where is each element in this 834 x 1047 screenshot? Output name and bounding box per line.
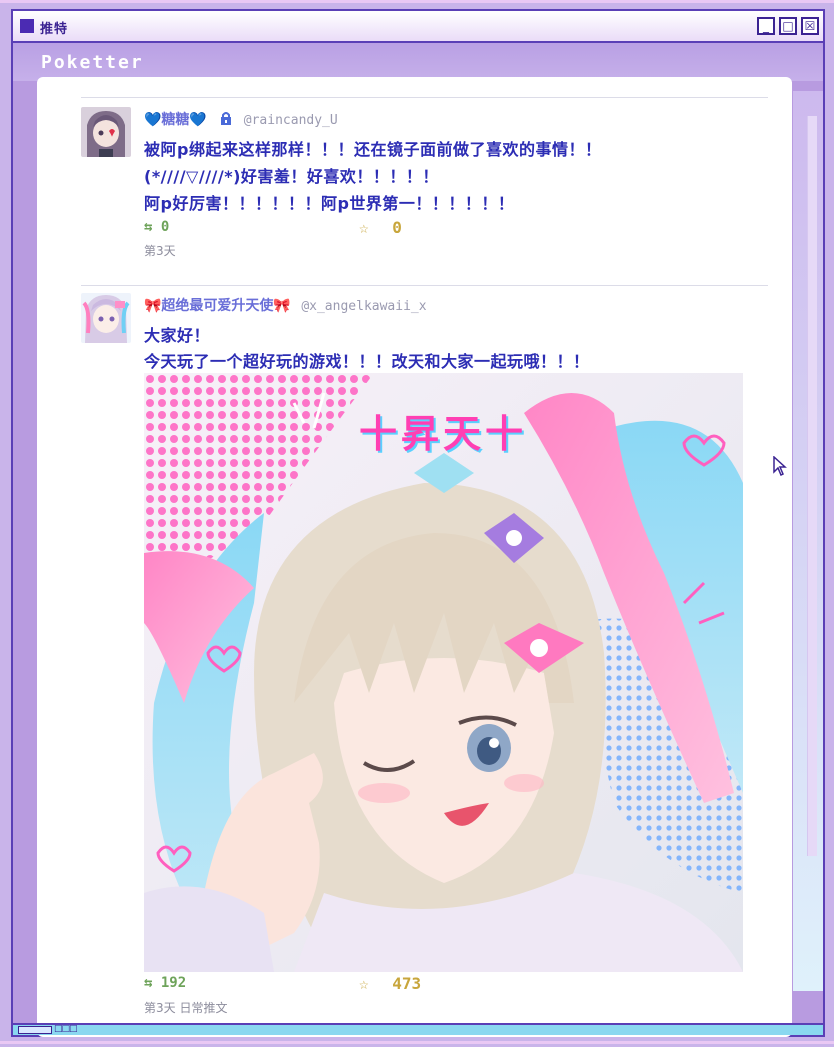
app-header: Poketter	[13, 43, 823, 81]
post-text-line: 大家好！	[144, 326, 211, 345]
retweet-count: 192	[160, 975, 187, 991]
window-icon	[20, 19, 34, 33]
post-image[interactable]: 十昇天十	[144, 373, 743, 972]
like-count: 473	[392, 974, 422, 993]
scrollbar[interactable]	[807, 116, 817, 856]
like-count: 0	[392, 218, 402, 237]
display-name[interactable]: 💙糖糖💙	[144, 112, 207, 128]
title-bar[interactable]: 推特 _ □ ☒	[13, 11, 823, 43]
post-text-line: (*////▽////*)好害羞！好喜欢！！！！！	[144, 167, 439, 186]
post-text-line: 阿p好厉害！！！！！！阿p世界第一！！！！！！	[144, 194, 515, 213]
post-text-line: 今天玩了一个超好玩的游戏！！！改天和大家一起玩哦！！！	[144, 352, 590, 371]
like-button[interactable]: ☆ 473	[359, 974, 421, 993]
retweet-button[interactable]: ⇆ 192	[144, 975, 186, 991]
lock-icon	[219, 111, 233, 129]
image-caption-text: 十昇天十	[359, 412, 528, 456]
cursor-icon	[773, 455, 787, 480]
display-name[interactable]: 🎀超绝最可爱升天使🎀	[144, 298, 291, 314]
taskbar: □□□	[13, 1023, 823, 1035]
post-header: 💙糖糖💙 @raincandy_U	[144, 109, 338, 129]
retweet-icon: ⇆	[144, 219, 153, 235]
like-button[interactable]: ☆ 0	[359, 218, 402, 237]
retweet-icon: ⇆	[144, 975, 153, 991]
avatar[interactable]	[81, 293, 131, 343]
timeline-feed: 💙糖糖💙 @raincandy_U 被阿p绑起来这样那样！！！还在镜子面前做了喜…	[37, 77, 792, 1037]
post-timestamp: 第3天	[144, 244, 176, 258]
taskbar-button[interactable]	[18, 1026, 52, 1034]
post-header: 🎀超绝最可爱升天使🎀 @x_angelkawaii_x	[144, 295, 427, 315]
retweet-button[interactable]: ⇆ 0	[144, 219, 169, 235]
app-window: 推特 _ □ ☒ Poketter 💙糖糖💙 @raincandy_U 被阿p绑…	[11, 9, 825, 1037]
minimize-button[interactable]: _	[757, 17, 775, 35]
maximize-button[interactable]: □	[779, 17, 797, 35]
post-item[interactable]: 🎀超绝最可爱升天使🎀 @x_angelkawaii_x 大家好！ 今天玩了一个超…	[37, 273, 792, 1033]
app-name: Poketter	[41, 52, 144, 73]
user-handle[interactable]: @x_angelkawaii_x	[301, 299, 426, 314]
star-icon: ☆	[359, 974, 369, 993]
star-icon: ☆	[359, 218, 369, 237]
divider	[81, 285, 768, 286]
close-button[interactable]: ☒	[801, 17, 819, 35]
post-timestamp: 第3天 日常推文	[144, 1001, 228, 1015]
post-item[interactable]: 💙糖糖💙 @raincandy_U 被阿p绑起来这样那样！！！还在镜子面前做了喜…	[37, 77, 792, 273]
retweet-count: 0	[160, 219, 170, 235]
window-title: 推特	[40, 22, 69, 37]
taskbar-indicator: □□□	[54, 1024, 77, 1034]
user-handle[interactable]: @raincandy_U	[244, 113, 338, 128]
post-text-line: 被阿p绑起来这样那样！！！还在镜子面前做了喜欢的事情！！	[144, 140, 602, 159]
divider	[81, 97, 768, 98]
avatar[interactable]	[81, 107, 131, 157]
